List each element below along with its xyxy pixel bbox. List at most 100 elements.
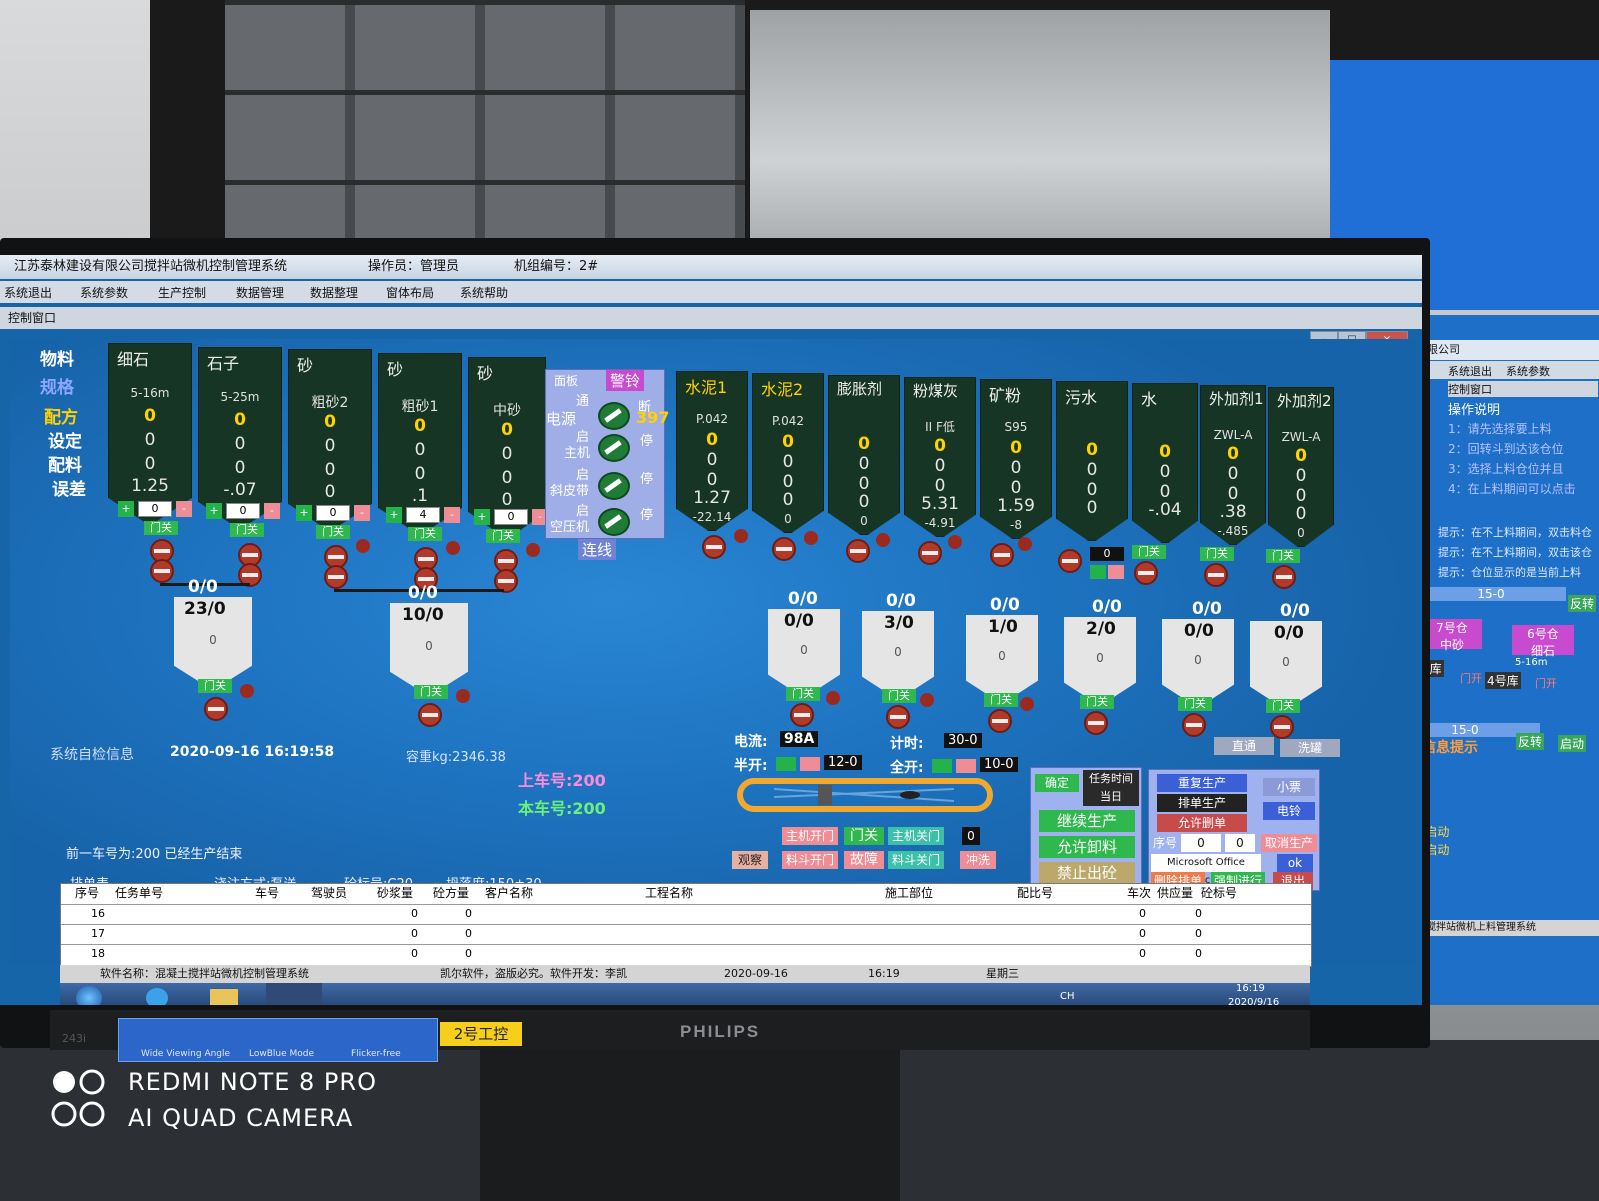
valve-icon[interactable] xyxy=(772,537,796,561)
plus-icon[interactable]: + xyxy=(206,503,222,519)
direct-button[interactable]: 直通 xyxy=(1214,737,1274,755)
menu-exit[interactable]: 系统退出 xyxy=(4,284,52,301)
today-select[interactable]: 当日 xyxy=(1083,788,1139,806)
stepper-coarse-sand-2[interactable]: +0- xyxy=(296,505,376,521)
bin-6[interactable]: 6号仓 细石 xyxy=(1512,625,1574,658)
stepper-value[interactable]: 4 xyxy=(406,507,440,523)
secondary-menu-exit[interactable]: 系统退出 xyxy=(1448,363,1492,379)
silo-stone[interactable]: 石子 5-25m 0 0 0 -.07 xyxy=(198,347,282,527)
stepper-value[interactable]: 0 xyxy=(138,501,172,517)
sequence-select[interactable]: 0 xyxy=(1181,834,1221,852)
allow-discharge-button[interactable]: 允许卸料 xyxy=(1039,836,1135,858)
silo-coarse-sand-2[interactable]: 砂 粗砂2 0 0 0 0 xyxy=(288,349,372,529)
app-taskbar-icon[interactable] xyxy=(266,983,322,1005)
office-select[interactable]: Microsoft Office Docur xyxy=(1151,854,1261,886)
ime-indicator[interactable]: CH xyxy=(1060,991,1075,1002)
valve-icon[interactable] xyxy=(988,709,1012,733)
menu-layout[interactable]: 窗体布局 xyxy=(386,284,434,301)
silo-cement-1[interactable]: 水泥1 P.042 0 0 0 1.27 -22.14 xyxy=(676,371,748,531)
full-minus-icon[interactable] xyxy=(956,759,976,773)
main-close-button[interactable]: 主机关门 xyxy=(888,827,944,845)
folder-icon[interactable] xyxy=(210,989,238,1005)
silo-expansion-agent[interactable]: 膨胀剂 0 0 0 0 0 xyxy=(828,375,900,535)
minus-icon[interactable]: - xyxy=(354,505,370,521)
table-row[interactable]: 18 0 0 0 0 xyxy=(61,944,1311,963)
plus-icon[interactable]: + xyxy=(474,509,490,525)
minus-icon[interactable]: - xyxy=(264,503,280,519)
main-open-button[interactable]: 主机开门 xyxy=(782,827,838,845)
wash-button[interactable]: 冲洗 xyxy=(960,851,996,869)
stepper-coarse-sand-1[interactable]: +4- xyxy=(386,507,466,523)
valve-icon[interactable] xyxy=(1270,715,1294,739)
bin-7[interactable]: 7号仓 中砂 xyxy=(1422,619,1482,652)
valve-icon[interactable] xyxy=(204,697,228,721)
bell-button[interactable]: 电铃 xyxy=(1263,802,1315,820)
browser-icon[interactable] xyxy=(146,988,168,1005)
stop-output-button[interactable]: 禁止出砼 xyxy=(1039,862,1135,884)
silo-fine-stone[interactable]: 细石 5-16m 0 0 0 1.25 xyxy=(108,343,192,523)
compressor-switch-icon[interactable] xyxy=(598,508,630,536)
valve-icon[interactable] xyxy=(790,703,814,727)
stepper-value[interactable]: 0 xyxy=(226,503,260,519)
water-minus-icon[interactable] xyxy=(1108,565,1124,579)
repeat-production-checkbox[interactable]: 重复生产 xyxy=(1157,774,1247,792)
valve-icon[interactable] xyxy=(918,541,942,565)
start-button-icon[interactable] xyxy=(76,986,102,1005)
schedule-production-checkbox[interactable]: 排单生产 xyxy=(1157,794,1247,812)
stepper-stone[interactable]: +0- xyxy=(206,503,286,519)
schedule-table[interactable]: 序号 任务单号 车号 驾驶员 砂浆量 砼方量 客户名称 工程名称 施工部位 配比… xyxy=(60,883,1312,967)
connect-button[interactable]: 连线 xyxy=(578,539,617,560)
menu-params[interactable]: 系统参数 xyxy=(80,284,128,301)
table-row[interactable]: 16 0 0 0 0 xyxy=(61,904,1311,923)
stepper-value[interactable]: 0 xyxy=(494,509,528,525)
main-switch-icon[interactable] xyxy=(598,434,630,462)
table-row[interactable]: 17 0 0 0 0 xyxy=(61,924,1311,943)
start-button[interactable]: 启动 xyxy=(1558,735,1587,752)
minus-icon[interactable]: - xyxy=(444,507,460,523)
silo-admixture-1[interactable]: 外加剂1 ZWL-A 0 0 0 .38 -.485 xyxy=(1200,385,1266,545)
silo-waste-water[interactable]: 污水 0 0 0 0 xyxy=(1056,381,1128,541)
silo-coarse-sand-1[interactable]: 砂 粗砂1 0 0 0 .1 xyxy=(378,353,462,533)
feed-open-button[interactable]: 料斗开门 xyxy=(782,851,838,869)
valve-icon[interactable] xyxy=(886,705,910,729)
menu-help[interactable]: 系统帮助 xyxy=(460,284,508,301)
wash-tank-button[interactable]: 洗罐 xyxy=(1280,739,1340,757)
observe-button[interactable]: 观察 xyxy=(732,851,768,869)
valve-icon[interactable] xyxy=(1204,563,1228,587)
water-plus-icon[interactable] xyxy=(1090,565,1106,579)
valve-icon[interactable] xyxy=(1058,549,1082,573)
valve-icon[interactable] xyxy=(1272,565,1296,589)
valve-icon[interactable] xyxy=(702,535,726,559)
mixer-drum-icon[interactable] xyxy=(734,775,996,815)
silo-slag[interactable]: 矿粉 S95 0 0 0 1.59 -8 xyxy=(980,379,1052,539)
reverse-button-2[interactable]: 反转 xyxy=(1516,733,1545,750)
sequence-input[interactable]: 0 xyxy=(1225,834,1255,852)
valve-icon[interactable] xyxy=(418,703,442,727)
full-plus-icon[interactable] xyxy=(932,759,952,773)
valve-icon[interactable] xyxy=(846,539,870,563)
continue-production-button[interactable]: 继续生产 xyxy=(1039,810,1135,832)
half-plus-icon[interactable] xyxy=(776,757,796,771)
stepper-fine-stone[interactable]: +0- xyxy=(118,501,198,517)
valve-icon[interactable] xyxy=(324,565,348,589)
plus-icon[interactable]: + xyxy=(118,501,134,517)
menu-production[interactable]: 生产控制 xyxy=(158,284,206,301)
minus-icon[interactable]: - xyxy=(176,501,192,517)
valve-icon[interactable] xyxy=(990,543,1014,567)
reverse-button[interactable]: 反转 xyxy=(1568,595,1597,612)
stepper-medium-sand[interactable]: +0- xyxy=(474,509,554,525)
allow-delete-checkbox[interactable]: 允许删单 xyxy=(1157,814,1247,832)
gate-closed-button[interactable]: 门关 xyxy=(844,827,884,845)
valve-icon[interactable] xyxy=(1084,711,1108,735)
silo-water[interactable]: 水 0 0 0 -.04 xyxy=(1132,383,1198,543)
silo-admixture-2[interactable]: 外加剂2 ZWL-A 0 0 0 0 0 xyxy=(1268,387,1334,547)
belt-switch-icon[interactable] xyxy=(598,472,630,500)
menu-data-organize[interactable]: 数据整理 xyxy=(310,284,358,301)
menu-data[interactable]: 数据管理 xyxy=(236,284,284,301)
plus-icon[interactable]: + xyxy=(386,507,402,523)
cancel-production-button[interactable]: 取消生产 xyxy=(1261,834,1317,852)
fault-button[interactable]: 故障 xyxy=(844,851,884,869)
silo-fly-ash[interactable]: 粉煤灰 II F低 0 0 0 5.31 -4.91 xyxy=(904,377,976,537)
silo-cement-2[interactable]: 水泥2 P.042 0 0 0 0 0 xyxy=(752,373,824,533)
valve-icon[interactable] xyxy=(150,559,174,583)
